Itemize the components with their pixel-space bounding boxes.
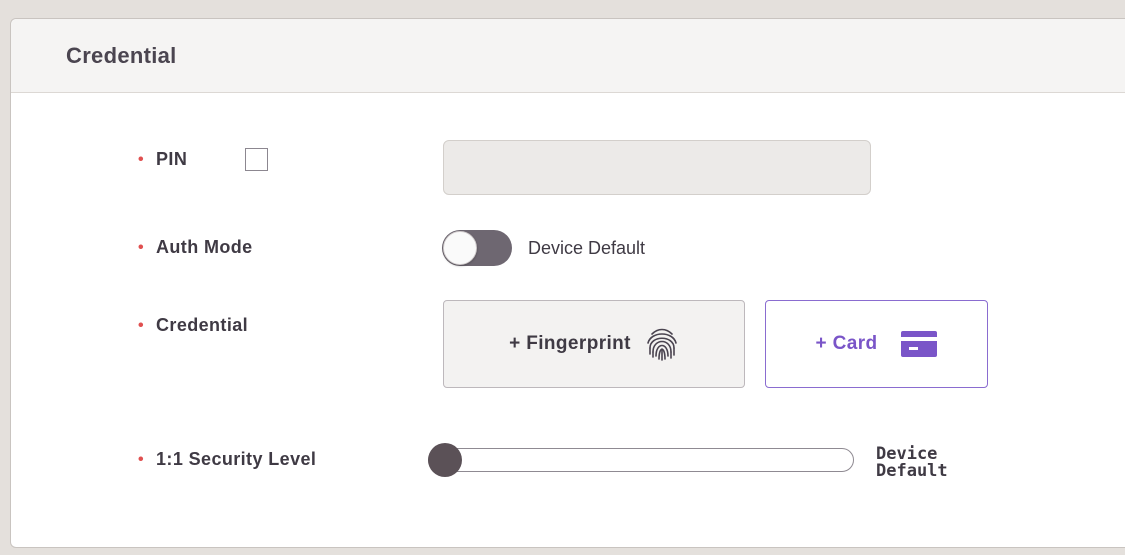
required-marker: • [138, 151, 145, 168]
toggle-knob [443, 231, 477, 265]
required-marker: • [138, 317, 145, 334]
security-level-value-line2: Default [876, 461, 948, 481]
security-level-value: Device Default [876, 446, 948, 480]
fingerprint-icon [645, 326, 679, 362]
credential-label: Credential [156, 315, 249, 335]
auth-mode-value: Device Default [528, 238, 646, 258]
pin-label-row: • PIN [138, 149, 187, 170]
pin-checkbox[interactable] [245, 148, 268, 171]
auth-mode-label-row: • Auth Mode [138, 237, 253, 258]
required-marker: • [138, 239, 145, 256]
security-level-slider[interactable] [428, 443, 854, 477]
security-level-label-row: • 1:1 Security Level [138, 449, 316, 470]
add-fingerprint-label: + Fingerprint [509, 333, 631, 354]
pin-label: PIN [156, 149, 188, 169]
auth-mode-toggle[interactable] [442, 230, 512, 266]
slider-track [428, 448, 854, 472]
panel-header: Credential [11, 19, 1125, 93]
add-card-button[interactable]: + Card [765, 300, 988, 388]
pin-input[interactable] [443, 140, 871, 195]
credential-label-row: • Credential [138, 315, 248, 336]
slider-thumb[interactable] [428, 443, 462, 477]
security-level-label: 1:1 Security Level [156, 449, 317, 469]
add-fingerprint-button[interactable]: + Fingerprint [443, 300, 745, 388]
required-marker: • [138, 451, 145, 468]
add-card-label: + Card [815, 333, 878, 354]
auth-mode-label: Auth Mode [156, 237, 253, 257]
panel-title: Credential [66, 43, 177, 68]
card-icon [900, 330, 938, 358]
